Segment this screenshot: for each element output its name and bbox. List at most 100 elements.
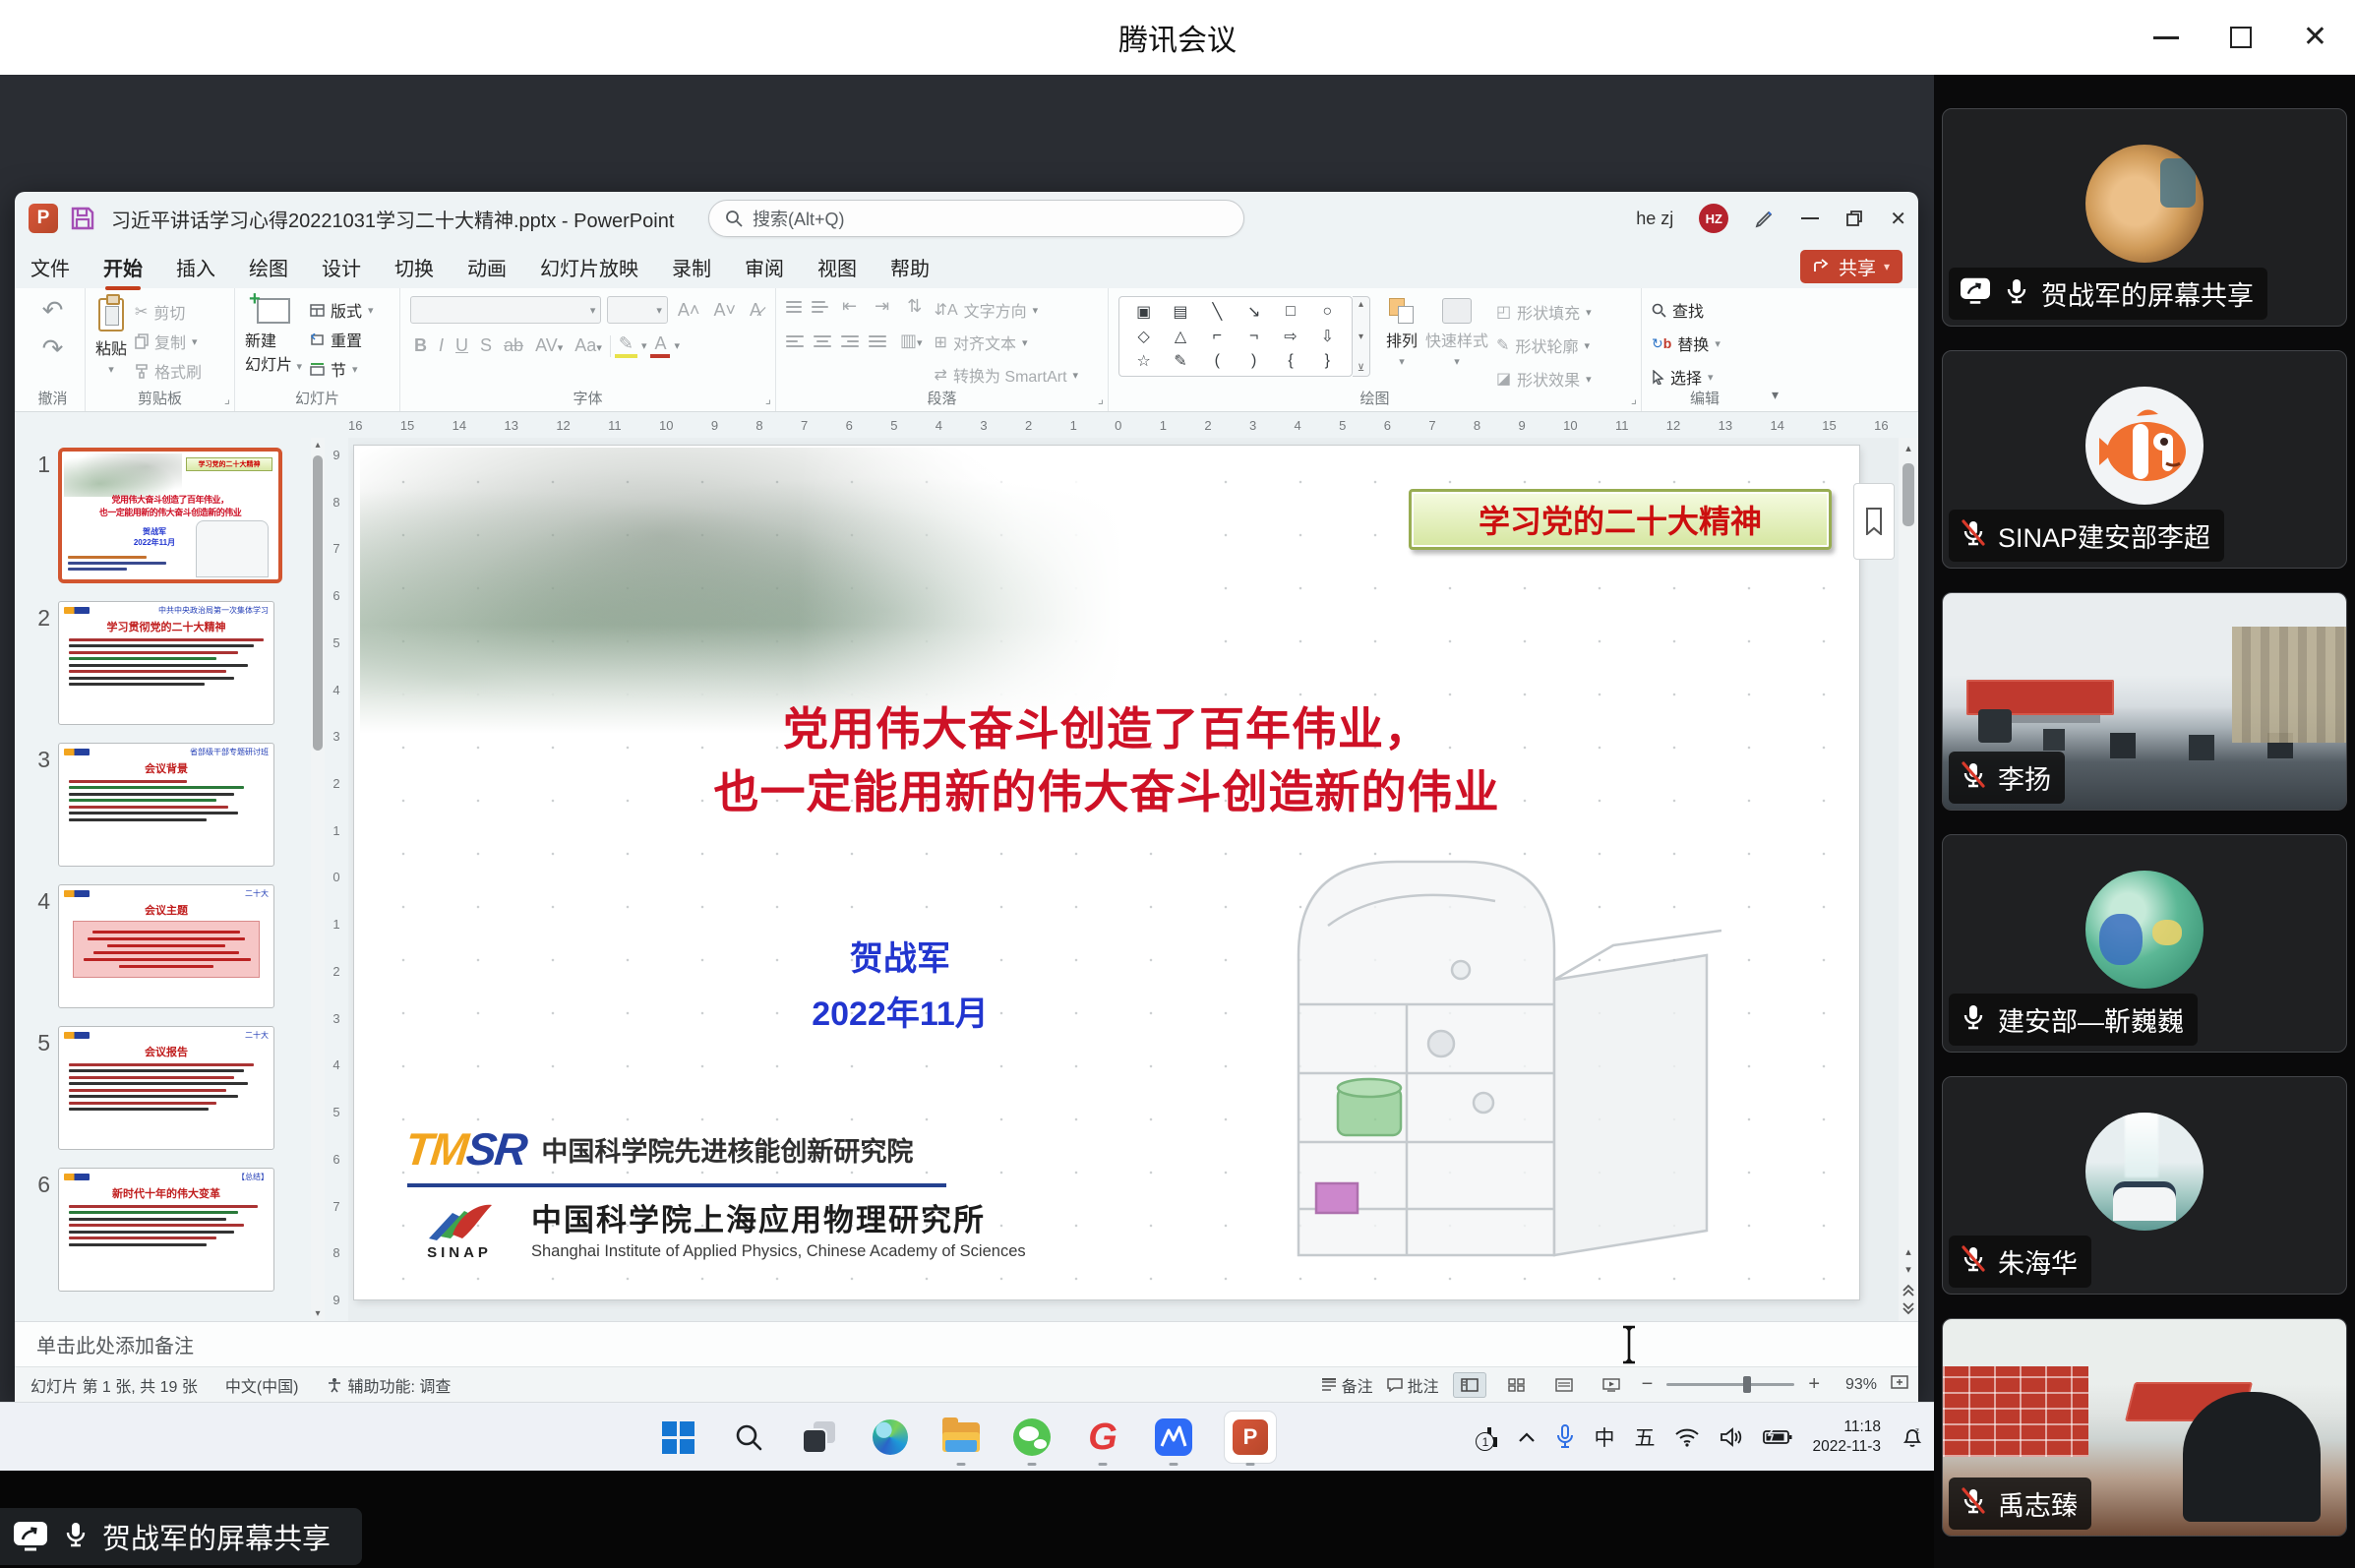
italic-icon[interactable]: I — [435, 335, 448, 356]
cut-button[interactable]: ✂剪切 — [135, 300, 202, 324]
slide-thumbnail-5[interactable]: 5 二十大 会议报告 — [15, 1026, 311, 1150]
previous-slide-icon[interactable] — [1900, 1282, 1917, 1297]
line-spacing-icon[interactable]: ⇅ — [903, 296, 926, 317]
shape-option[interactable]: ↘ — [1247, 302, 1260, 322]
align-text-button[interactable]: ⊞对齐文本▾ — [935, 331, 1079, 354]
shape-option[interactable]: ⇨ — [1284, 327, 1297, 346]
thumbnail-preview[interactable]: 中共中央政治局第一次集体学习 学习贯彻党的二十大精神 — [58, 601, 274, 725]
align-left-icon[interactable] — [786, 335, 804, 347]
ribbon-tab-10[interactable]: 审阅 — [745, 253, 784, 281]
drawing-dialog-launcher[interactable]: ⌟ — [1631, 392, 1637, 407]
bold-icon[interactable]: B — [410, 335, 431, 356]
slide[interactable]: 学习党的二十大精神 党用伟大奋斗创造了百年伟业， 也一定能用新的伟大奋斗创造新的… — [354, 446, 1859, 1299]
justify-icon[interactable] — [869, 335, 886, 347]
highlight-icon[interactable]: ✎ — [615, 333, 637, 358]
user-avatar[interactable]: HZ — [1699, 204, 1728, 233]
indent-decrease-icon[interactable]: ⇤ — [838, 296, 861, 317]
change-case-icon[interactable]: Aa▾ — [571, 335, 606, 356]
shape-option[interactable]: ( — [1215, 352, 1220, 370]
bullets-icon[interactable] — [786, 301, 802, 313]
microphone-tray-icon[interactable] — [1556, 1424, 1574, 1450]
share-button[interactable]: 共享 ▾ — [1800, 250, 1902, 283]
font-color-icon[interactable]: A — [650, 333, 670, 358]
indent-increase-icon[interactable]: ⇥ — [871, 296, 893, 317]
slide-counter[interactable]: 幻灯片 第 1 张, 共 19 张 — [30, 1373, 198, 1397]
slide-thumbnail-4[interactable]: 4 二十大 会议主题 — [15, 884, 311, 1008]
shape-option[interactable]: ) — [1251, 352, 1256, 370]
slide-badge[interactable]: 学习党的二十大精神 — [1409, 489, 1832, 550]
wifi-icon[interactable] — [1674, 1427, 1700, 1447]
zoom-level[interactable]: 93% — [1834, 1376, 1877, 1394]
shape-option[interactable]: ▤ — [1173, 302, 1187, 322]
bookmark-button[interactable] — [1853, 483, 1895, 560]
layout-button[interactable]: 版式▾ — [310, 298, 374, 322]
ppt-close-icon[interactable]: ✕ — [1890, 207, 1906, 231]
reset-button[interactable]: 重置 — [310, 328, 374, 351]
shape-option[interactable]: { — [1288, 352, 1293, 370]
comments-toggle[interactable]: 批注 — [1387, 1373, 1439, 1397]
wechat-button[interactable] — [1010, 1416, 1054, 1459]
ribbon-tab-12[interactable]: 帮助 — [890, 253, 930, 281]
shapes-gallery-scroll[interactable]: ▴▾⊻ — [1353, 296, 1370, 377]
text-direction-button[interactable]: ⇵A文字方向▾ — [935, 298, 1079, 322]
clipboard-dialog-launcher[interactable]: ⌟ — [224, 392, 230, 407]
slide-thumbnail-1[interactable]: 1 学习党的二十大精神 党用伟大奋斗创造了百年伟业， 也一定能用新的伟大奋斗创造… — [15, 448, 311, 583]
slide-thumbnail-3[interactable]: 3 省部级干部专题研讨班 会议背景 — [15, 743, 311, 867]
ribbon-tab-3[interactable]: 插入 — [176, 253, 215, 281]
ribbon-tab-6[interactable]: 切换 — [394, 253, 434, 281]
align-right-icon[interactable] — [841, 335, 859, 347]
close-icon[interactable]: ✕ — [2303, 23, 2327, 52]
new-slide-button[interactable]: 新建幻灯片 ▾ — [245, 296, 302, 388]
normal-view-button[interactable] — [1453, 1372, 1486, 1398]
copy-button[interactable]: 复制▾ — [135, 330, 202, 353]
font-name-select[interactable]: ▾ — [410, 296, 601, 324]
thumbnail-preview[interactable]: 省部级干部专题研讨班 会议背景 — [58, 743, 274, 867]
shape-option[interactable]: ☆ — [1136, 351, 1150, 371]
ime-mode-indicator[interactable]: 中 — [1594, 1422, 1614, 1452]
align-center-icon[interactable] — [814, 335, 831, 347]
quick-styles-button[interactable]: 快速样式▾ — [1425, 296, 1488, 388]
text-shadow-icon[interactable]: S — [476, 335, 496, 356]
next-slide-icon[interactable] — [1900, 1301, 1917, 1317]
ribbon-tab-5[interactable]: 设计 — [322, 253, 361, 281]
ribbon-tab-8[interactable]: 幻灯片放映 — [540, 253, 638, 281]
participant-tile-4[interactable]: 建安部—靳巍巍 — [1942, 834, 2347, 1053]
thumbnail-scrollbar[interactable]: ▴ ▾ — [311, 438, 325, 1321]
underline-icon[interactable]: U — [452, 335, 472, 356]
notes-pane[interactable]: 单击此处添加备注 — [15, 1321, 1918, 1366]
paragraph-dialog-launcher[interactable]: ⌟ — [1098, 392, 1104, 407]
thumbnail-preview[interactable]: 二十大 会议主题 — [58, 884, 274, 1008]
thumbnail-preview[interactable]: 【总结】 新时代十年的伟大变革 — [58, 1168, 274, 1292]
redo-icon[interactable]: ↷ — [42, 334, 64, 363]
clear-format-icon[interactable]: A̷ — [746, 300, 765, 321]
system-clock[interactable]: 11:18 2022-11-3 — [1812, 1417, 1881, 1457]
ribbon-tab-1[interactable]: 文件 — [30, 253, 70, 281]
shape-option[interactable]: ✎ — [1174, 351, 1186, 371]
section-button[interactable]: 节▾ — [310, 357, 374, 381]
notification-bell-icon[interactable]: z — [1901, 1425, 1924, 1449]
start-button[interactable] — [656, 1416, 699, 1459]
minimize-icon[interactable] — [2153, 36, 2179, 39]
select-button[interactable]: 选择▾ — [1652, 365, 1721, 389]
participant-tile-5[interactable]: 朱海华 — [1942, 1076, 2347, 1295]
ribbon-tab-2[interactable]: 开始 — [103, 253, 143, 281]
shape-option[interactable]: ⌐ — [1213, 328, 1222, 345]
performance-tray-icon[interactable]: 1 — [1481, 1427, 1497, 1447]
participant-tile-1[interactable]: 贺战军的屏幕共享 — [1942, 108, 2347, 327]
shape-option[interactable]: ╲ — [1213, 302, 1223, 322]
inking-icon[interactable] — [1754, 208, 1776, 229]
canvas-scrollbar[interactable]: ▴ ▴ ▾ — [1899, 438, 1918, 1321]
zoom-in-button[interactable]: + — [1808, 1373, 1820, 1396]
save-icon[interactable] — [70, 206, 95, 231]
volume-icon[interactable] — [1720, 1427, 1743, 1447]
slide-thumbnail-6[interactable]: 6 【总结】 新时代十年的伟大变革 — [15, 1168, 311, 1292]
participant-tile-6[interactable]: 禹志臻 — [1942, 1318, 2347, 1537]
file-explorer-button[interactable] — [939, 1416, 983, 1459]
fit-to-window-button[interactable] — [1891, 1374, 1908, 1395]
maximize-icon[interactable] — [2230, 27, 2252, 48]
shape-option[interactable]: □ — [1286, 303, 1296, 321]
ppt-minimize-icon[interactable] — [1801, 217, 1819, 219]
shape-option[interactable]: ◇ — [1138, 327, 1150, 346]
ribbon-tab-4[interactable]: 绘图 — [249, 253, 288, 281]
collapse-ribbon-icon[interactable]: ▾ — [1768, 288, 1788, 411]
